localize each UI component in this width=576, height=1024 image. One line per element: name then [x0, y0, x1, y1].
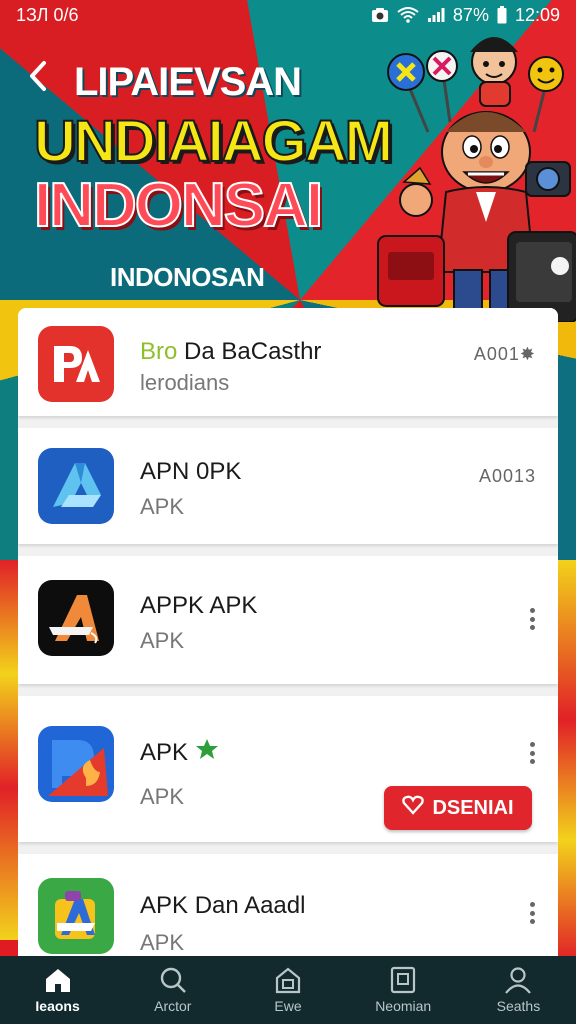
app-subtitle: APK — [140, 784, 185, 809]
green-a-logo-icon — [38, 878, 114, 954]
app-title: Bro Da BaCasthr — [140, 338, 321, 366]
square-icon — [388, 966, 418, 994]
nav-item-store[interactable]: Ewe — [230, 956, 345, 1024]
app-code: A001✸ — [473, 344, 536, 364]
list-item[interactable]: APK Dan Aaadl APK — [18, 854, 558, 956]
red-pa-logo-icon — [38, 326, 114, 402]
more-options-button[interactable] — [528, 608, 536, 630]
signal-icon — [427, 7, 445, 23]
nav-item-square[interactable]: Neomian — [346, 956, 461, 1024]
nav-label: Ieaons — [35, 998, 80, 1014]
back-button[interactable] — [18, 58, 58, 98]
nav-label: Arctor — [154, 998, 192, 1014]
app-list: Bro Da BaCasthr lerodians A001✸ APN 0PK … — [18, 308, 558, 956]
app-title: APN 0PK — [140, 458, 242, 485]
search-icon — [158, 966, 188, 994]
app-title-text: APK — [140, 739, 189, 766]
nav-label: Seaths — [496, 998, 541, 1014]
app-title-main: Da BaCasthr — [184, 338, 322, 365]
store-icon — [273, 966, 303, 994]
status-time-left: 1ЗЛ 0/6 — [16, 4, 79, 25]
app-title: APPK APK — [140, 592, 258, 619]
camera-icon — [371, 7, 389, 23]
list-item[interactable]: APK APK DSENIAI — [18, 696, 558, 842]
more-options-button[interactable] — [528, 742, 536, 764]
nav-item-profile[interactable]: Seaths — [461, 956, 576, 1024]
download-button-label: DSENIAI — [432, 796, 514, 819]
more-options-button[interactable] — [528, 902, 536, 924]
hero-title-line1: LIPAIEVSAN — [74, 60, 302, 104]
app-subtitle: lerodians — [140, 370, 230, 395]
app-subtitle: APK — [140, 628, 185, 653]
nav-item-search[interactable]: Arctor — [115, 956, 230, 1024]
hero-title-line2: UNDIAIAGAM — [33, 108, 394, 175]
app-code: A0013 — [478, 466, 536, 486]
green-star-icon — [195, 739, 219, 766]
person-icon — [503, 966, 533, 994]
home-icon — [43, 966, 73, 994]
blue-red-logo-icon — [38, 726, 114, 802]
app-subtitle: APK — [140, 494, 185, 519]
nav-item-home[interactable]: Ieaons — [0, 956, 115, 1024]
mascot-illustration — [376, 22, 576, 323]
hero-title-line3: INDONSAI — [33, 170, 324, 241]
nav-label: Ewe — [274, 998, 302, 1014]
app-subtitle: APK — [140, 930, 185, 955]
blue-a-logo-icon — [38, 448, 114, 524]
bottom-nav: Ieaons Arctor Ewe Neomian Seaths — [0, 956, 576, 1024]
app-title: APK — [140, 738, 219, 767]
list-item[interactable]: Bro Da BaCasthr lerodians A001✸ — [18, 308, 558, 416]
hero-subtitle: INDONOSAN — [110, 262, 265, 292]
chevron-left-icon — [27, 60, 49, 97]
app-title: APK Dan Aaadl — [140, 892, 306, 919]
heart-tag-icon — [402, 795, 425, 821]
list-item[interactable]: APPK APK APK — [18, 556, 558, 684]
app-title-prefix: Bro — [140, 338, 178, 365]
download-button[interactable]: DSENIAI — [384, 786, 532, 830]
wifi-icon — [397, 7, 419, 23]
black-a-logo-icon — [38, 580, 114, 656]
list-item[interactable]: APN 0PK APK A0013 — [18, 428, 558, 544]
nav-label: Neomian — [375, 998, 432, 1014]
